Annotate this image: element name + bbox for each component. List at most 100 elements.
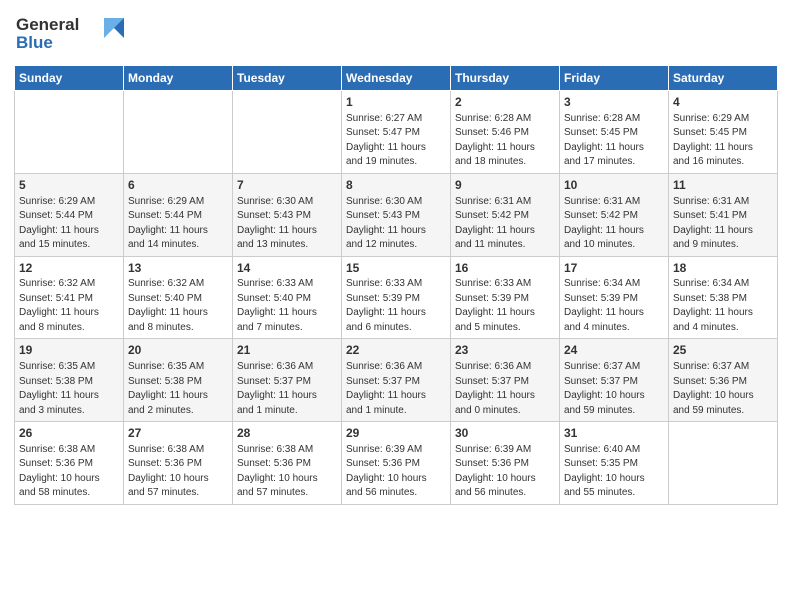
day-info: Sunrise: 6:38 AMSunset: 5:36 PMDaylight:…: [19, 443, 119, 501]
day-info: Sunrise: 6:30 AMSunset: 5:43 PMDaylight:…: [237, 195, 337, 253]
calendar-cell: 9Sunrise: 6:31 AMSunset: 5:42 PMDaylight…: [451, 173, 560, 256]
calendar-cell: 2Sunrise: 6:28 AMSunset: 5:46 PMDaylight…: [451, 91, 560, 174]
day-number: 11: [673, 177, 773, 194]
day-info: Sunrise: 6:39 AMSunset: 5:36 PMDaylight:…: [346, 443, 446, 501]
day-number: 5: [19, 177, 119, 194]
calendar-cell: 4Sunrise: 6:29 AMSunset: 5:45 PMDaylight…: [669, 91, 778, 174]
calendar-cell: 1Sunrise: 6:27 AMSunset: 5:47 PMDaylight…: [342, 91, 451, 174]
day-number: 6: [128, 177, 228, 194]
day-info: Sunrise: 6:37 AMSunset: 5:36 PMDaylight:…: [673, 360, 773, 418]
day-info: Sunrise: 6:31 AMSunset: 5:42 PMDaylight:…: [455, 195, 555, 253]
calendar-cell: 7Sunrise: 6:30 AMSunset: 5:43 PMDaylight…: [233, 173, 342, 256]
day-number: 23: [455, 342, 555, 359]
day-number: 28: [237, 425, 337, 442]
day-number: 25: [673, 342, 773, 359]
logo: General Blue: [14, 10, 124, 59]
day-number: 16: [455, 260, 555, 277]
day-info: Sunrise: 6:36 AMSunset: 5:37 PMDaylight:…: [455, 360, 555, 418]
day-info: Sunrise: 6:33 AMSunset: 5:39 PMDaylight:…: [346, 277, 446, 335]
calendar-cell: 14Sunrise: 6:33 AMSunset: 5:40 PMDayligh…: [233, 256, 342, 339]
day-number: 4: [673, 94, 773, 111]
day-number: 31: [564, 425, 664, 442]
day-number: 17: [564, 260, 664, 277]
header: General Blue: [14, 10, 778, 59]
day-info: Sunrise: 6:35 AMSunset: 5:38 PMDaylight:…: [128, 360, 228, 418]
day-number: 9: [455, 177, 555, 194]
calendar-cell: 30Sunrise: 6:39 AMSunset: 5:36 PMDayligh…: [451, 422, 560, 505]
day-info: Sunrise: 6:38 AMSunset: 5:36 PMDaylight:…: [128, 443, 228, 501]
calendar-cell: 25Sunrise: 6:37 AMSunset: 5:36 PMDayligh…: [669, 339, 778, 422]
day-info: Sunrise: 6:40 AMSunset: 5:35 PMDaylight:…: [564, 443, 664, 501]
day-number: 2: [455, 94, 555, 111]
calendar-cell: 29Sunrise: 6:39 AMSunset: 5:36 PMDayligh…: [342, 422, 451, 505]
calendar-cell: 13Sunrise: 6:32 AMSunset: 5:40 PMDayligh…: [124, 256, 233, 339]
calendar-cell: 15Sunrise: 6:33 AMSunset: 5:39 PMDayligh…: [342, 256, 451, 339]
day-info: Sunrise: 6:31 AMSunset: 5:42 PMDaylight:…: [564, 195, 664, 253]
calendar-cell: 19Sunrise: 6:35 AMSunset: 5:38 PMDayligh…: [15, 339, 124, 422]
day-info: Sunrise: 6:38 AMSunset: 5:36 PMDaylight:…: [237, 443, 337, 501]
day-number: 8: [346, 177, 446, 194]
day-number: 21: [237, 342, 337, 359]
day-info: Sunrise: 6:39 AMSunset: 5:36 PMDaylight:…: [455, 443, 555, 501]
calendar-table: SundayMondayTuesdayWednesdayThursdayFrid…: [14, 65, 778, 505]
calendar-cell: [669, 422, 778, 505]
day-info: Sunrise: 6:29 AMSunset: 5:44 PMDaylight:…: [19, 195, 119, 253]
day-number: 7: [237, 177, 337, 194]
week-row-5: 26Sunrise: 6:38 AMSunset: 5:36 PMDayligh…: [15, 422, 778, 505]
day-info: Sunrise: 6:32 AMSunset: 5:40 PMDaylight:…: [128, 277, 228, 335]
calendar-cell: 20Sunrise: 6:35 AMSunset: 5:38 PMDayligh…: [124, 339, 233, 422]
day-info: Sunrise: 6:32 AMSunset: 5:41 PMDaylight:…: [19, 277, 119, 335]
day-number: 19: [19, 342, 119, 359]
calendar-cell: [124, 91, 233, 174]
svg-text:Blue: Blue: [16, 33, 53, 52]
day-info: Sunrise: 6:34 AMSunset: 5:38 PMDaylight:…: [673, 277, 773, 335]
calendar-cell: 3Sunrise: 6:28 AMSunset: 5:45 PMDaylight…: [560, 91, 669, 174]
week-row-3: 12Sunrise: 6:32 AMSunset: 5:41 PMDayligh…: [15, 256, 778, 339]
day-info: Sunrise: 6:29 AMSunset: 5:44 PMDaylight:…: [128, 195, 228, 253]
day-number: 15: [346, 260, 446, 277]
day-number: 10: [564, 177, 664, 194]
day-info: Sunrise: 6:36 AMSunset: 5:37 PMDaylight:…: [237, 360, 337, 418]
day-info: Sunrise: 6:28 AMSunset: 5:45 PMDaylight:…: [564, 112, 664, 170]
day-info: Sunrise: 6:36 AMSunset: 5:37 PMDaylight:…: [346, 360, 446, 418]
day-header-friday: Friday: [560, 66, 669, 91]
day-number: 29: [346, 425, 446, 442]
calendar-cell: 6Sunrise: 6:29 AMSunset: 5:44 PMDaylight…: [124, 173, 233, 256]
calendar-cell: 22Sunrise: 6:36 AMSunset: 5:37 PMDayligh…: [342, 339, 451, 422]
day-info: Sunrise: 6:30 AMSunset: 5:43 PMDaylight:…: [346, 195, 446, 253]
week-row-2: 5Sunrise: 6:29 AMSunset: 5:44 PMDaylight…: [15, 173, 778, 256]
calendar-cell: 26Sunrise: 6:38 AMSunset: 5:36 PMDayligh…: [15, 422, 124, 505]
day-number: 30: [455, 425, 555, 442]
day-info: Sunrise: 6:27 AMSunset: 5:47 PMDaylight:…: [346, 112, 446, 170]
days-header-row: SundayMondayTuesdayWednesdayThursdayFrid…: [15, 66, 778, 91]
day-header-monday: Monday: [124, 66, 233, 91]
week-row-1: 1Sunrise: 6:27 AMSunset: 5:47 PMDaylight…: [15, 91, 778, 174]
day-info: Sunrise: 6:31 AMSunset: 5:41 PMDaylight:…: [673, 195, 773, 253]
calendar-cell: 17Sunrise: 6:34 AMSunset: 5:39 PMDayligh…: [560, 256, 669, 339]
day-number: 13: [128, 260, 228, 277]
calendar-cell: 8Sunrise: 6:30 AMSunset: 5:43 PMDaylight…: [342, 173, 451, 256]
day-number: 26: [19, 425, 119, 442]
day-header-saturday: Saturday: [669, 66, 778, 91]
day-header-wednesday: Wednesday: [342, 66, 451, 91]
calendar-cell: 21Sunrise: 6:36 AMSunset: 5:37 PMDayligh…: [233, 339, 342, 422]
day-number: 1: [346, 94, 446, 111]
calendar-cell: 24Sunrise: 6:37 AMSunset: 5:37 PMDayligh…: [560, 339, 669, 422]
calendar-cell: 5Sunrise: 6:29 AMSunset: 5:44 PMDaylight…: [15, 173, 124, 256]
calendar-cell: 18Sunrise: 6:34 AMSunset: 5:38 PMDayligh…: [669, 256, 778, 339]
day-info: Sunrise: 6:28 AMSunset: 5:46 PMDaylight:…: [455, 112, 555, 170]
calendar-cell: 16Sunrise: 6:33 AMSunset: 5:39 PMDayligh…: [451, 256, 560, 339]
day-number: 20: [128, 342, 228, 359]
calendar-cell: 11Sunrise: 6:31 AMSunset: 5:41 PMDayligh…: [669, 173, 778, 256]
day-header-sunday: Sunday: [15, 66, 124, 91]
day-number: 27: [128, 425, 228, 442]
calendar-cell: [233, 91, 342, 174]
day-number: 14: [237, 260, 337, 277]
calendar-cell: 12Sunrise: 6:32 AMSunset: 5:41 PMDayligh…: [15, 256, 124, 339]
calendar-cell: 27Sunrise: 6:38 AMSunset: 5:36 PMDayligh…: [124, 422, 233, 505]
day-info: Sunrise: 6:33 AMSunset: 5:39 PMDaylight:…: [455, 277, 555, 335]
calendar-cell: 10Sunrise: 6:31 AMSunset: 5:42 PMDayligh…: [560, 173, 669, 256]
week-row-4: 19 Sunrise: 6:35 AMSunset: 5:38 PMDayligh…: [15, 339, 778, 422]
calendar-cell: [15, 91, 124, 174]
day-number: 12: [19, 260, 119, 277]
